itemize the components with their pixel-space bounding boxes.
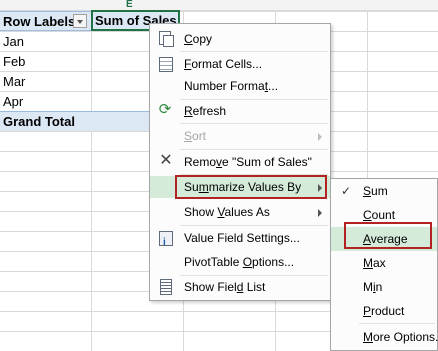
menu-separator <box>180 149 328 150</box>
menu-separator <box>180 225 328 226</box>
menu-item-value-field-settings[interactable]: Value Field Settings... <box>150 227 330 254</box>
submenu-item-min[interactable]: Min <box>331 275 437 299</box>
menu-item-show-field-list-label: Show Field List <box>184 280 266 294</box>
submenu-item-more-options[interactable]: More Options... <box>331 325 438 349</box>
row-label-feb[interactable]: Feb <box>0 52 91 72</box>
menu-item-show-field-list[interactable]: Show Field List <box>150 276 330 298</box>
submenu-separator <box>359 323 435 324</box>
submenu-item-product-label: Product <box>363 304 405 318</box>
menu-item-show-values-as[interactable]: Show Values As <box>150 201 330 223</box>
submenu-item-sum[interactable]: ✓ Sum <box>331 179 437 203</box>
checkmark-icon: ✓ <box>341 184 352 198</box>
summarize-values-by-highlight <box>175 175 327 199</box>
menu-item-sort-label: Sort <box>184 129 207 143</box>
menu-item-format-cells[interactable]: Format Cells... <box>150 53 330 75</box>
menu-item-copy-label: Copy <box>184 32 213 46</box>
copy-icon <box>159 31 174 47</box>
row-label-jan[interactable]: Jan <box>0 32 91 52</box>
context-menu: Copy Format Cells... Number Format... ⟳ … <box>149 23 331 301</box>
menu-item-refresh[interactable]: ⟳ Refresh <box>150 100 330 122</box>
menu-item-show-values-as-label: Show Values As <box>184 205 270 219</box>
submenu-item-product[interactable]: Product <box>331 299 437 323</box>
row-label-apr[interactable]: Apr <box>0 92 91 112</box>
row-labels-text: Row Labels <box>3 14 76 29</box>
column-header-e: E <box>126 0 133 10</box>
menu-separator <box>180 123 328 124</box>
submenu-item-max[interactable]: Max <box>331 251 437 275</box>
menu-item-number-format[interactable]: Number Format... <box>150 75 330 97</box>
summarize-values-submenu: ✓ Sum Count Average Max Min Product More… <box>330 178 438 351</box>
menu-separator <box>180 51 328 52</box>
grand-total-row[interactable]: Grand Total <box>0 111 150 131</box>
format-cells-icon <box>159 57 173 72</box>
field-list-icon <box>160 279 172 295</box>
value-field-settings-icon <box>159 231 173 254</box>
submenu-arrow-icon <box>318 209 322 217</box>
average-highlight <box>344 222 432 249</box>
menu-item-pivottable-options[interactable]: PivotTable Options... <box>150 251 330 273</box>
grand-total-label: Grand Total <box>3 114 75 129</box>
row-label-mar[interactable]: Mar <box>0 72 91 92</box>
submenu-item-max-label: Max <box>363 256 386 270</box>
menu-item-value-field-settings-label: Value Field Settings... <box>184 231 300 245</box>
remove-icon: ✕ <box>159 152 173 169</box>
column-header-strip <box>0 0 438 11</box>
submenu-arrow-icon <box>318 133 322 141</box>
menu-item-remove-field[interactable]: ✕ Remove "Sum of Sales" <box>150 151 330 173</box>
menu-item-pivottable-options-label: PivotTable Options... <box>184 255 295 269</box>
menu-item-copy[interactable]: Copy <box>150 28 330 50</box>
menu-item-number-format-label: Number Format... <box>184 79 279 93</box>
submenu-item-more-options-label: More Options... <box>363 330 438 344</box>
menu-item-format-cells-label: Format Cells... <box>184 57 263 71</box>
submenu-item-sum-label: Sum <box>363 184 388 198</box>
refresh-icon: ⟳ <box>158 101 172 118</box>
submenu-item-min-label: Min <box>363 280 383 294</box>
menu-item-sort[interactable]: Sort <box>150 125 330 147</box>
row-labels-filter-dropdown-icon[interactable] <box>73 14 87 28</box>
menu-item-remove-field-label: Remove "Sum of Sales" <box>184 155 312 169</box>
menu-item-refresh-label: Refresh <box>184 104 227 118</box>
